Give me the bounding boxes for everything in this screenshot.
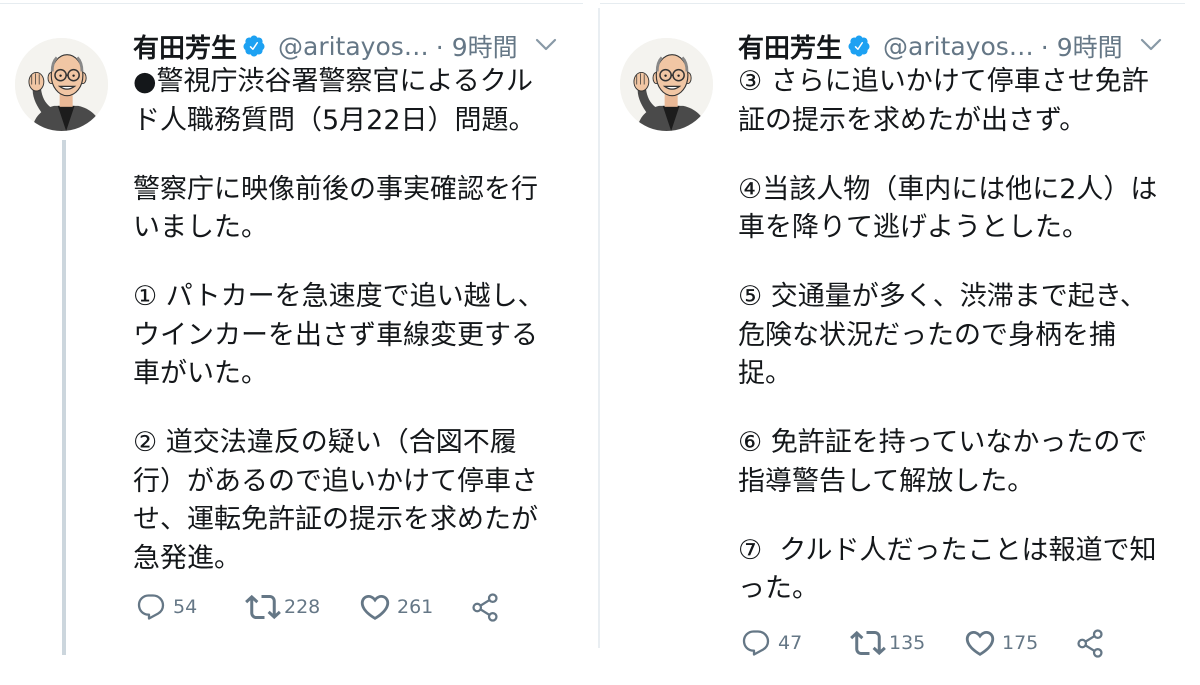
tweet-text: ③ さらに追いかけて停車させ免許 証の提示を求めたが出さず。 ④当該人物（車内に… — [738, 63, 1193, 639]
retweet-count: 228 — [284, 596, 321, 618]
author-handle[interactable]: @aritayos… — [278, 32, 429, 61]
heart-icon — [360, 594, 390, 620]
tweet-paragraph: 警察庁に映像前後の事実確認を行 いました。 — [133, 171, 588, 248]
heart-icon — [965, 630, 995, 656]
tweet-text-line: ④当該人物（車内には他に2人）は — [738, 173, 1158, 205]
tweet-text-line: 行）があるので追いかけて停車さ — [133, 465, 538, 497]
share-icon — [472, 592, 498, 622]
tweet-text-line: 危険な状況だったので身柄を捕 — [738, 319, 1116, 351]
tweet-text-line: ●警視庁渋谷署警察官によるクル — [133, 66, 533, 97]
share-button[interactable] — [1075, 626, 1106, 660]
tweet-paragraph: ② 道交法違反の疑い（合図不履 行）があるので追いかけて停車さ せ、運転免許証の… — [133, 424, 588, 578]
tweet-timestamp[interactable]: · 9時間 — [1041, 28, 1123, 64]
reply-icon — [742, 630, 770, 656]
tweet-text-line: ウインカーを出さず車線変更する — [133, 319, 538, 351]
chevron-down-icon[interactable] — [535, 38, 557, 52]
tweet-text-line: 証の提示を求めたが出さず。 — [738, 104, 1087, 136]
reply-button[interactable]: 47 — [741, 626, 802, 660]
reply-button[interactable]: 54 — [136, 590, 197, 624]
author-name[interactable]: 有田芳生 — [133, 28, 237, 65]
tweet-paragraph: ⑥ 免許証を持っていなかったので 指導警告して解放した。 — [738, 424, 1193, 501]
tweet-text-line: 車がいた。 — [133, 358, 268, 389]
tweet[interactable]: 有田芳生 @aritayos… · 9時間 ●警視庁渋谷署警察官によるクル ド人… — [0, 0, 597, 685]
tweet[interactable]: 有田芳生 @aritayos… · 9時間 ③ さらに追いかけて停車させ免許 証… — [605, 0, 1200, 685]
reply-count: 47 — [778, 632, 803, 654]
tweet-text-line: ⑤ 交通量が多く、渋滞まで起き、 — [738, 281, 1147, 312]
tweet-text-line: ド人職務質問（5月22日）問題。 — [133, 104, 536, 136]
tweet-actions: 54 228 261 — [0, 590, 597, 624]
tweet-text-line: ⑦ クルド人だったことは報道で知 — [738, 534, 1157, 566]
tweet-text-line: 警察庁に映像前後の事実確認を行 — [133, 173, 538, 205]
reply-count: 54 — [173, 596, 198, 618]
tweet-actions: 47 135 175 — [605, 626, 1200, 660]
tweet-paragraph: ⑦ クルド人だったことは報道で知 った。 — [738, 532, 1193, 609]
author-handle[interactable]: @aritayos… — [883, 32, 1034, 61]
tweet-paragraph: ●警視庁渋谷署警察官によるクル ド人職務質問（5月22日）問題。 — [133, 63, 588, 140]
like-count: 261 — [397, 596, 434, 618]
tweet-text-line: 捉。 — [738, 358, 792, 389]
retweet-button[interactable]: 135 — [850, 626, 925, 660]
avatar[interactable] — [15, 38, 108, 131]
thread-line — [62, 140, 66, 655]
like-button[interactable]: 261 — [358, 590, 433, 624]
avatar-illustration — [15, 38, 108, 131]
tweet-header: 有田芳生 @aritayos… · 9時間 — [738, 27, 1123, 65]
panel-divider — [598, 8, 600, 648]
chevron-down-icon[interactable] — [1140, 38, 1162, 52]
retweet-count: 135 — [889, 632, 926, 654]
verified-badge-icon — [243, 35, 265, 57]
like-button[interactable]: 175 — [963, 626, 1038, 660]
reply-icon — [137, 594, 165, 620]
share-button[interactable] — [470, 590, 501, 624]
tweet-paragraph: ⑤ 交通量が多く、渋滞まで起き、 危険な状況だったので身柄を捕 捉。 — [738, 278, 1193, 394]
tweet-text-line: 急発進。 — [133, 542, 241, 574]
tweet-text-line: った。 — [738, 573, 819, 604]
tweet-text-line: せ、運転免許証の提示を求めたが — [133, 504, 538, 535]
tweet-paragraph: ③ さらに追いかけて停車させ免許 証の提示を求めたが出さず。 — [738, 63, 1193, 140]
tweet-text-line: ③ さらに追いかけて停車させ免許 — [738, 66, 1149, 97]
tweet-header: 有田芳生 @aritayos… · 9時間 — [133, 27, 518, 65]
tweet-text: ●警視庁渋谷署警察官によるクル ド人職務質問（5月22日）問題。 警察庁に映像前… — [133, 63, 588, 609]
tweet-paragraph: ① パトカーを急速度で追い越し、 ウインカーを出さず車線変更する 車がいた。 — [133, 278, 588, 394]
retweet-icon — [850, 630, 886, 656]
tweet-paragraph: ④当該人物（車内には他に2人）は 車を降りて逃げようとした。 — [738, 171, 1193, 248]
share-icon — [1077, 628, 1103, 658]
tweet-timestamp[interactable]: · 9時間 — [436, 28, 518, 64]
tweet-text-line: ② 道交法違反の疑い（合図不履 — [133, 427, 517, 458]
like-count: 175 — [1002, 632, 1039, 654]
verified-badge-icon — [848, 35, 870, 57]
tweet-text-line: 車を降りて逃げようとした。 — [738, 212, 1089, 243]
retweet-button[interactable]: 228 — [245, 590, 320, 624]
retweet-icon — [245, 594, 281, 620]
author-name[interactable]: 有田芳生 — [738, 28, 842, 65]
tweet-text-line: 指導警告して解放した。 — [738, 465, 1035, 497]
tweet-text-line: ⑥ 免許証を持っていなかったので — [738, 427, 1148, 458]
avatar-illustration — [620, 38, 713, 131]
tweet-text-line: ① パトカーを急速度で追い越し、 — [133, 281, 545, 312]
avatar[interactable] — [620, 38, 713, 131]
tweet-text-line: いました。 — [133, 212, 268, 243]
